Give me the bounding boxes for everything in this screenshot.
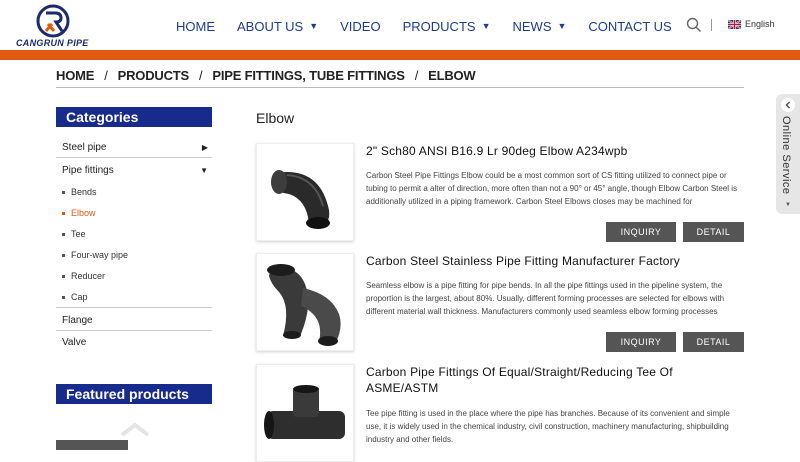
featured-products-title: Featured products xyxy=(56,384,212,404)
product-title[interactable]: 2" Sch80 ANSI B16.9 Lr 90deg Elbow A234w… xyxy=(366,143,746,159)
breadcrumb-separator: / xyxy=(104,67,108,83)
category-flange[interactable]: Flange xyxy=(62,315,212,326)
product-description: Seamless elbow is a pipe fitting for pip… xyxy=(366,281,725,316)
detail-button[interactable]: DETAIL xyxy=(683,332,744,352)
nav-news[interactable]: NEWS ▼ xyxy=(512,17,566,35)
category-valve[interactable]: Valve xyxy=(62,337,212,348)
bullet-icon xyxy=(62,190,65,194)
product-title[interactable]: Carbon Pipe Fittings Of Equal/Straight/R… xyxy=(366,364,746,396)
breadcrumb-divider xyxy=(56,87,744,88)
chevron-up-icon[interactable] xyxy=(118,422,152,436)
nav-contact-us[interactable]: CONTACT US xyxy=(588,17,671,35)
category-label: Flange xyxy=(62,315,93,326)
category-label: Valve xyxy=(62,337,87,348)
inquiry-button[interactable]: INQUIRY xyxy=(606,332,676,352)
product-card: Carbon Pipe Fittings Of Equal/Straight/R… xyxy=(256,364,746,462)
breadcrumb-home[interactable]: HOME xyxy=(56,68,94,83)
elbow-image-icon xyxy=(267,264,341,346)
product-image[interactable] xyxy=(256,143,354,241)
logo-icon xyxy=(36,4,70,38)
language-selector[interactable]: English xyxy=(728,19,775,29)
nav-products[interactable]: PRODUCTS ▼ xyxy=(403,17,491,35)
category-label: Pipe fittings xyxy=(62,165,114,176)
caret-down-icon: ▼ xyxy=(309,21,319,31)
site-header: CANGRUN PIPE HOME ABOUT US ▼ VIDEO PRODUC… xyxy=(0,0,800,50)
subcategory-cap[interactable]: Cap xyxy=(62,292,88,302)
nav-home-label: HOME xyxy=(176,18,215,34)
subcategory-label: Reducer xyxy=(71,271,106,281)
category-divider xyxy=(56,307,212,308)
bullet-icon xyxy=(62,295,65,299)
featured-product-thumbnail[interactable] xyxy=(56,440,128,450)
nav-about-label: ABOUT US xyxy=(237,18,304,34)
bullet-icon xyxy=(62,274,65,278)
caret-down-icon: ▼ xyxy=(557,21,567,31)
product-card: Carbon Steel Stainless Pipe Fitting Manu… xyxy=(256,253,746,353)
chevron-left-icon[interactable] xyxy=(781,98,795,112)
caret-down-icon: ▼ xyxy=(481,21,491,31)
bullet-icon xyxy=(62,232,65,236)
caret-down-icon: ▼ xyxy=(785,202,791,208)
subcategory-label: Four-way pipe xyxy=(71,250,129,260)
subcategory-tee[interactable]: Tee xyxy=(62,229,86,239)
nav-video[interactable]: VIDEO xyxy=(340,17,380,35)
inquiry-button[interactable]: INQUIRY xyxy=(606,222,676,242)
product-description: Tee pipe fitting is used in the place wh… xyxy=(366,409,730,444)
section-title: Elbow xyxy=(256,110,295,126)
category-steel-pipe[interactable]: Steel pipe ▶ xyxy=(62,142,212,153)
nav-about-us[interactable]: ABOUT US ▼ xyxy=(237,17,318,35)
bullet-icon xyxy=(62,253,65,257)
product-card: 2" Sch80 ANSI B16.9 Lr 90deg Elbow A234w… xyxy=(256,143,746,243)
subcategory-label: Elbow xyxy=(71,208,96,218)
online-service-tab[interactable]: Online Service ▼ xyxy=(776,94,800,214)
subcategory-label: Tee xyxy=(71,229,86,239)
product-image[interactable] xyxy=(256,253,354,351)
nav-news-label: NEWS xyxy=(512,18,552,34)
product-title[interactable]: Carbon Steel Stainless Pipe Fitting Manu… xyxy=(366,253,746,269)
header-divider xyxy=(711,19,712,31)
subcategory-reducer[interactable]: Reducer xyxy=(62,271,105,281)
subcategory-elbow[interactable]: Elbow xyxy=(62,208,96,218)
elbow-image-icon xyxy=(271,170,330,229)
category-divider xyxy=(56,157,212,158)
breadcrumb-separator: / xyxy=(198,67,203,83)
arrow-down-icon[interactable]: ▼ xyxy=(200,166,208,175)
uk-flag-icon xyxy=(728,19,741,29)
header-accent-bar xyxy=(0,50,800,60)
category-pipe-fittings[interactable]: Pipe fittings ▼ xyxy=(62,165,212,176)
arrow-right-icon[interactable]: ▶ xyxy=(202,143,208,152)
subcategory-bends[interactable]: Bends xyxy=(62,187,97,197)
bullet-icon xyxy=(62,211,65,215)
tee-image-icon xyxy=(264,385,345,439)
search-icon[interactable] xyxy=(686,17,702,33)
main-nav: HOME ABOUT US ▼ VIDEO PRODUCTS ▼ NEWS ▼ CON… xyxy=(176,17,694,35)
logo[interactable]: CANGRUN PIPE xyxy=(16,4,96,48)
detail-button[interactable]: DETAIL xyxy=(683,222,744,242)
nav-home[interactable]: HOME xyxy=(176,17,215,35)
breadcrumb-pipe-fittings[interactable]: PIPE FITTINGS, TUBE FITTINGS xyxy=(212,68,404,83)
language-label: English xyxy=(745,19,775,29)
product-image[interactable] xyxy=(256,364,354,462)
breadcrumb-separator: / xyxy=(414,67,419,83)
subcategory-label: Cap xyxy=(71,292,88,302)
nav-contact-label: CONTACT US xyxy=(588,18,672,34)
product-description: Carbon Steel Pipe Fittings Elbow could b… xyxy=(366,171,738,206)
breadcrumb: HOME / PRODUCTS / PIPE FITTINGS, TUBE FITT… xyxy=(56,66,476,84)
category-divider xyxy=(56,330,212,331)
categories-title: Categories xyxy=(56,107,212,127)
online-service-label: Online Service xyxy=(780,116,792,195)
logo-text: CANGRUN PIPE xyxy=(16,38,89,48)
nav-products-label: PRODUCTS xyxy=(402,18,476,34)
breadcrumb-products[interactable]: PRODUCTS xyxy=(118,68,190,83)
breadcrumb-elbow[interactable]: ELBOW xyxy=(428,68,476,83)
subcategory-four-way-pipe[interactable]: Four-way pipe xyxy=(62,250,128,260)
subcategory-label: Bends xyxy=(71,187,97,197)
category-label: Steel pipe xyxy=(62,142,107,153)
nav-video-label: VIDEO xyxy=(340,18,381,34)
